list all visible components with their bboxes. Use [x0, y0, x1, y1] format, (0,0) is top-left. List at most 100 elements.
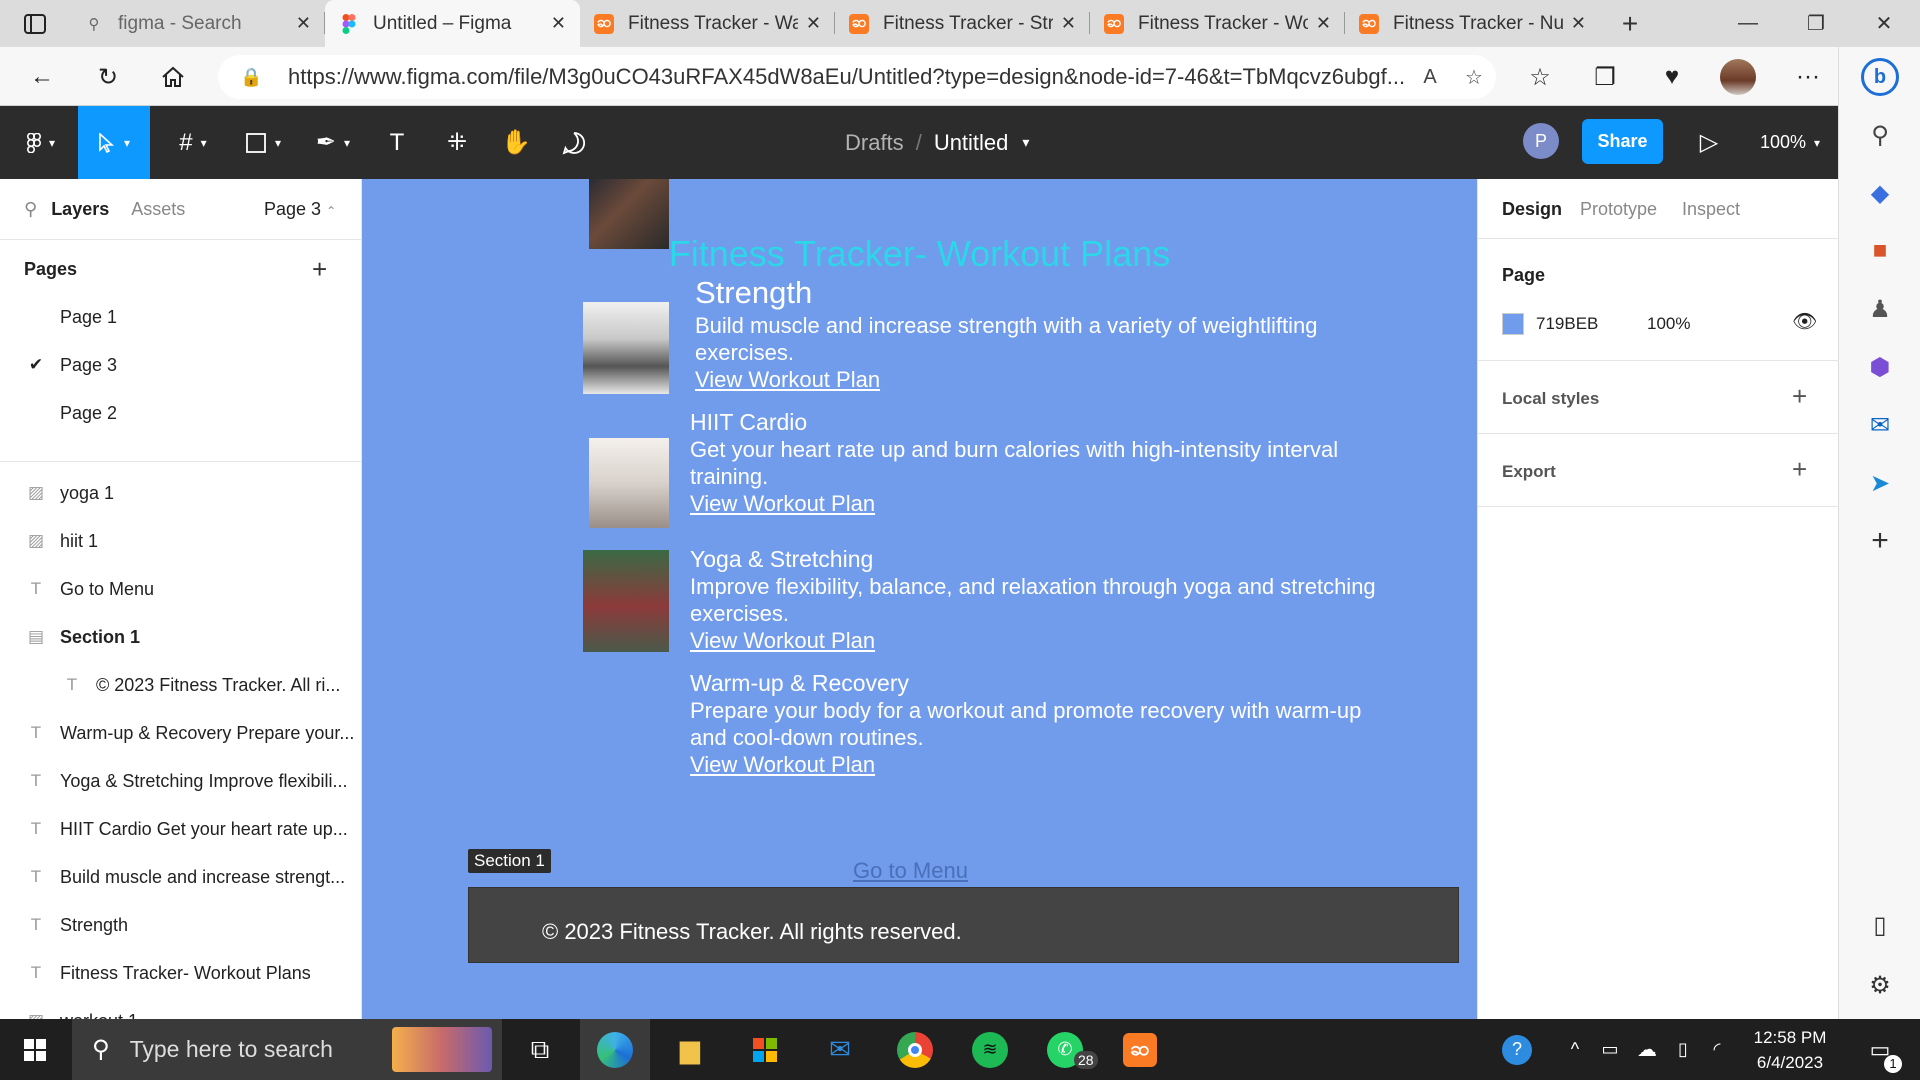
microsoft-store-icon[interactable]	[730, 1019, 800, 1080]
sidebar-toggle-icon[interactable]: ▯	[1860, 905, 1900, 945]
close-tab-icon[interactable]: ✕	[1316, 13, 1331, 34]
section-label[interactable]: Section 1	[468, 849, 551, 873]
strength-image[interactable]	[589, 179, 669, 249]
page-item[interactable]: Page 2	[0, 389, 361, 437]
add-favorite-icon[interactable]: ☆	[1452, 65, 1496, 90]
cloud-icon[interactable]: ☁	[1630, 1019, 1664, 1080]
eye-icon[interactable]: 👁	[1792, 309, 1817, 334]
favorites-icon[interactable]: ☆	[1520, 57, 1560, 97]
add-style-icon[interactable]: +	[1792, 381, 1807, 412]
help-icon[interactable]: ?	[1497, 1019, 1537, 1080]
close-tab-icon[interactable]: ✕	[551, 13, 566, 34]
refresh-icon[interactable]: ↻	[88, 57, 128, 97]
close-tab-icon[interactable]: ✕	[1571, 13, 1586, 34]
heart-monitor-extension-icon[interactable]: ♥	[1652, 57, 1692, 97]
search-icon[interactable]: ⚲	[1860, 115, 1900, 155]
page-color-hex[interactable]: 719BEB	[1536, 314, 1598, 334]
layer-row[interactable]: T Build muscle and increase strengt...	[0, 853, 361, 901]
browser-tab-fitness-nu[interactable]: ဆ Fitness Tracker - Nu ✕	[1345, 0, 1600, 47]
browser-tab-fitness-str[interactable]: ဆ Fitness Tracker - Str ✕	[835, 0, 1090, 47]
close-tab-icon[interactable]: ✕	[806, 13, 821, 34]
shape-tool-icon[interactable]: ▾	[230, 106, 296, 179]
layer-row[interactable]: T Fitness Tracker- Workout Plans	[0, 949, 361, 997]
battery-icon[interactable]: ▭	[1595, 1019, 1625, 1080]
layer-row[interactable]: ▤ Section 1	[0, 613, 361, 661]
frame-title[interactable]: Fitness Tracker- Workout Plans	[362, 233, 1477, 275]
settings-gear-icon[interactable]: ⚙	[1860, 965, 1900, 1005]
tab-inspect[interactable]: Inspect	[1682, 199, 1740, 220]
workout-plan-block[interactable]: Yoga & Stretching Improve flexibility, ba…	[690, 546, 1450, 654]
page-item[interactable]: Page 1	[0, 293, 361, 341]
workout-plan-block[interactable]: Warm-up & Recovery Prepare your body for …	[690, 670, 1450, 778]
share-button[interactable]: Share	[1582, 119, 1663, 164]
view-workout-plan-link[interactable]: View Workout Plan	[695, 366, 1455, 393]
close-window-icon[interactable]: ✕	[1850, 0, 1918, 47]
mail-icon[interactable]: ✉	[805, 1019, 875, 1080]
figma-menu-icon[interactable]: ▾	[8, 106, 74, 179]
browser-tab-fitness-wa[interactable]: ဆ Fitness Tracker - Wa ✕	[580, 0, 835, 47]
clock[interactable]: 12:58 PM 6/4/2023	[1740, 1025, 1840, 1075]
xampp-icon[interactable]: ဆ	[1105, 1019, 1175, 1080]
taskbar-search[interactable]: ⚲ Type here to search	[72, 1019, 502, 1080]
wifi-icon[interactable]: ◜	[1702, 1019, 1732, 1080]
layer-row[interactable]: T Warm-up & Recovery Prepare your...	[0, 709, 361, 757]
breadcrumb-drafts[interactable]: Drafts	[845, 130, 904, 156]
layer-row[interactable]: ▨ hiit 1	[0, 517, 361, 565]
workout-plan-block[interactable]: HIIT Cardio Get your heart rate up and bu…	[690, 409, 1450, 517]
close-tab-icon[interactable]: ✕	[1061, 13, 1076, 34]
task-view-icon[interactable]: ⧉	[505, 1019, 575, 1080]
add-sidebar-app-icon[interactable]: +	[1860, 521, 1900, 561]
go-to-menu-link[interactable]: Go to Menu	[853, 858, 968, 884]
layer-row[interactable]: T Go to Menu	[0, 565, 361, 613]
page-selector[interactable]: Page 3 ⌃	[264, 199, 336, 220]
yoga-image[interactable]	[589, 438, 669, 528]
read-aloud-icon[interactable]: A	[1408, 66, 1452, 89]
send-icon[interactable]: ➤	[1860, 463, 1900, 503]
windows-start-icon[interactable]	[0, 1019, 70, 1080]
layer-row[interactable]: T © 2023 Fitness Tracker. All ri...	[0, 661, 361, 709]
layer-row[interactable]: T Yoga & Stretching Improve flexibili...	[0, 757, 361, 805]
games-icon[interactable]: ♟	[1860, 289, 1900, 329]
tab-prototype[interactable]: Prototype	[1580, 199, 1657, 220]
close-tab-icon[interactable]: ✕	[296, 13, 311, 34]
add-export-icon[interactable]: +	[1792, 454, 1807, 485]
move-tool-icon[interactable]: ▾	[78, 106, 150, 179]
browser-tab-figma[interactable]: Untitled – Figma ✕	[325, 0, 580, 47]
device-icon[interactable]: ▯	[1668, 1019, 1698, 1080]
chevron-up-icon[interactable]: ^	[1560, 1019, 1590, 1080]
office-icon[interactable]: ⬢	[1860, 347, 1900, 387]
view-workout-plan-link[interactable]: View Workout Plan	[690, 627, 1450, 654]
page-item-current[interactable]: ✔ Page 3	[0, 341, 361, 389]
home-icon[interactable]	[153, 57, 193, 97]
tab-assets[interactable]: Assets	[131, 199, 185, 220]
bing-chat-icon[interactable]: b	[1860, 57, 1900, 97]
chrome-icon[interactable]	[880, 1019, 950, 1080]
zoom-dropdown[interactable]: 100% ▾	[1750, 106, 1830, 179]
browser-tab-fitness-wo[interactable]: ဆ Fitness Tracker - Wo ✕	[1090, 0, 1345, 47]
address-bar[interactable]: 🔒 https://www.figma.com/file/M3g0uCO43uR…	[218, 55, 1496, 99]
spotify-icon[interactable]: ≋	[955, 1019, 1025, 1080]
tab-layers[interactable]: Layers	[51, 199, 109, 220]
tab-design[interactable]: Design	[1502, 199, 1562, 220]
comment-tool-icon[interactable]	[548, 106, 600, 179]
more-menu-icon[interactable]: ···	[1788, 57, 1828, 97]
file-name[interactable]: Untitled	[934, 130, 1009, 156]
tag-icon[interactable]: ◆	[1860, 173, 1900, 213]
layer-row[interactable]: T Strength	[0, 901, 361, 949]
minimize-icon[interactable]: —	[1714, 0, 1782, 47]
outlook-icon[interactable]: ✉	[1860, 405, 1900, 445]
tab-actions-icon[interactable]	[0, 0, 70, 47]
file-explorer-icon[interactable]: ▆	[655, 1019, 725, 1080]
chevron-down-icon[interactable]: ▾	[1022, 134, 1029, 151]
view-workout-plan-link[interactable]: View Workout Plan	[690, 751, 1450, 778]
page-opacity[interactable]: 100%	[1647, 314, 1690, 334]
toolbox-icon[interactable]: ■	[1860, 231, 1900, 271]
layer-row[interactable]: ▨ workout 1	[0, 997, 361, 1020]
view-workout-plan-link[interactable]: View Workout Plan	[690, 490, 1450, 517]
profile-avatar[interactable]	[1718, 57, 1758, 97]
present-play-icon[interactable]: ▷	[1684, 106, 1734, 179]
edge-browser-icon[interactable]	[580, 1019, 650, 1080]
hand-tool-icon[interactable]: ✋	[490, 106, 542, 179]
page-color-swatch[interactable]	[1502, 313, 1524, 335]
workout-plan-block[interactable]: Strength Build muscle and increase streng…	[695, 274, 1455, 393]
